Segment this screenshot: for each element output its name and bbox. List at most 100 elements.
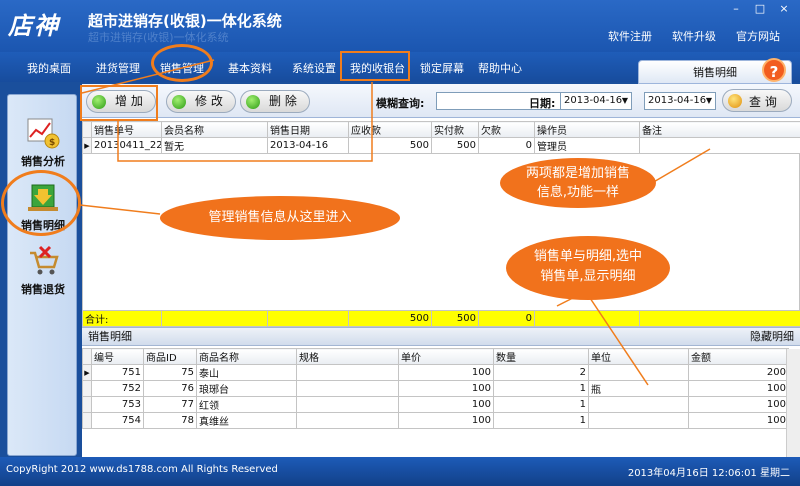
upgrade-link[interactable]: 软件升级 [672,28,716,44]
date-to-picker[interactable]: 2013-04-16 ▼ [644,92,716,110]
register-link[interactable]: 软件注册 [608,28,652,44]
column-header[interactable]: 数量 [493,348,589,365]
table-row[interactable]: 754 78 真维丝 100 1 100 [82,412,789,429]
table-cell[interactable]: 瓶 [588,380,689,397]
maximize-button[interactable]: □ [752,2,768,16]
row-pointer-icon: ▶ [82,364,92,381]
table-cell[interactable]: 100 [688,396,789,413]
column-header[interactable]: 编号 [91,348,144,365]
table-cell[interactable]: 75 [143,364,197,381]
column-header[interactable]: 欠款 [478,121,535,138]
table-cell[interactable]: 100 [688,380,789,397]
app-logo: 店神 [8,11,60,40]
minimize-button[interactable]: – [728,2,744,16]
table-cell[interactable]: 1 [493,380,589,397]
column-header[interactable]: 应收款 [348,121,432,138]
table-cell[interactable]: 暂无 [161,137,268,154]
column-header[interactable]: 金额 [688,348,789,365]
column-header[interactable]: 规格 [296,348,399,365]
table-cell[interactable]: 泰山 [196,364,297,381]
table-cell[interactable]: 真维丝 [196,412,297,429]
table-cell[interactable]: 0 [478,137,535,154]
table-cell[interactable]: 500 [348,137,432,154]
table-cell[interactable] [639,137,800,154]
column-header[interactable]: 销售单号 [91,121,162,138]
sales-table: 销售单号 会员名称 销售日期 应收款 实付款 欠款 操作员 备注 ▶ 20130… [82,121,800,154]
table-cell[interactable]: 100 [398,412,494,429]
sidebar-item-label: 销售退货 [21,283,65,296]
table-cell[interactable]: 100 [398,396,494,413]
sidebar-item-returns[interactable]: 销售退货 [8,245,78,297]
table-cell[interactable]: 1 [493,396,589,413]
table-row[interactable]: 753 77 红领 100 1 100 [82,396,789,413]
date-from-picker[interactable]: 2013-04-16 ▼ [560,92,632,110]
column-header[interactable]: 实付款 [431,121,479,138]
total-row: 合计: 500 500 0 [82,310,800,327]
detail-header: 销售明细 隐藏明细 [82,327,800,346]
table-cell[interactable]: 754 [91,412,144,429]
svg-text:$: $ [49,138,55,148]
table-cell[interactable]: 100 [398,380,494,397]
table-cell[interactable]: 200 [688,364,789,381]
column-header[interactable]: 单价 [398,348,494,365]
help-icon[interactable]: ? [762,58,786,82]
callout-master-detail: 销售单与明细,选中 销售单,显示明细 [506,236,670,300]
table-cell[interactable]: 753 [91,396,144,413]
table-cell[interactable] [588,412,689,429]
menu-basic-data[interactable]: 基本资料 [228,60,272,76]
column-header[interactable]: 商品名称 [196,348,297,365]
table-cell[interactable]: 琅琊台 [196,380,297,397]
table-cell[interactable] [296,364,399,381]
hide-detail-link[interactable]: 隐藏明细 [750,328,794,345]
table-cell[interactable] [588,364,689,381]
total-paid: 500 [431,310,479,327]
menu-settings[interactable]: 系统设置 [292,60,336,76]
table-cell[interactable]: 751 [91,364,144,381]
total-label: 合计: [82,310,162,327]
menu-help[interactable]: 帮助中心 [478,60,522,76]
detail-scrollbar[interactable] [786,349,800,457]
column-header[interactable]: 操作员 [534,121,640,138]
column-header[interactable]: 单位 [588,348,689,365]
table-row[interactable]: 752 76 琅琊台 100 1 瓶 100 [82,380,789,397]
table-cell[interactable]: 2 [493,364,589,381]
highlight-cashier-menu [340,51,410,81]
edit-button[interactable]: 修 改 [166,90,236,113]
close-button[interactable]: × [776,2,792,16]
green-dot-icon [172,95,186,109]
column-header[interactable]: 商品ID [143,348,197,365]
table-cell[interactable]: 77 [143,396,197,413]
table-cell[interactable] [296,396,399,413]
table-cell[interactable]: 76 [143,380,197,397]
table-cell[interactable] [588,396,689,413]
table-cell[interactable]: 2013-04-16 [267,137,349,154]
table-row[interactable]: ▶ 751 75 泰山 100 2 200 [82,364,789,381]
table-cell[interactable]: 管理员 [534,137,640,154]
table-cell[interactable]: 1 [493,412,589,429]
table-cell[interactable]: 红领 [196,396,297,413]
table-cell[interactable]: 100 [688,412,789,429]
table-cell[interactable]: 100 [398,364,494,381]
column-header[interactable]: 会员名称 [161,121,268,138]
title-bar: 店神 超市进销存(收银)一体化系统 超市进销存(收银)一体化系统 – □ × 软… [0,0,800,52]
table-cell[interactable]: 20130411_22150 [91,137,162,154]
app-title-reflection: 超市进销存(收银)一体化系统 [88,31,229,44]
query-button[interactable]: 查 询 [722,89,792,112]
table-cell[interactable]: 752 [91,380,144,397]
menu-purchase[interactable]: 进货管理 [96,60,140,76]
sidebar-item-analysis[interactable]: $ 销售分析 [8,117,78,169]
highlight-add-button [80,85,158,121]
detail-table: 编号 商品ID 商品名称 规格 单价 数量 单位 金额 ▶ 751 75 泰山 … [82,348,789,429]
menu-desktop[interactable]: 我的桌面 [27,60,71,76]
table-cell[interactable]: 78 [143,412,197,429]
table-header: 编号 商品ID 商品名称 规格 单价 数量 单位 金额 [82,348,789,365]
column-header[interactable]: 销售日期 [267,121,349,138]
website-link[interactable]: 官方网站 [736,28,780,44]
column-header[interactable]: 备注 [639,121,800,138]
table-cell[interactable] [296,412,399,429]
table-row[interactable]: ▶ 20130411_22150 暂无 2013-04-16 500 500 0… [82,137,800,154]
delete-button[interactable]: 删 除 [240,90,310,113]
table-cell[interactable]: 500 [431,137,479,154]
menu-lock[interactable]: 锁定屏幕 [420,60,464,76]
table-cell[interactable] [296,380,399,397]
